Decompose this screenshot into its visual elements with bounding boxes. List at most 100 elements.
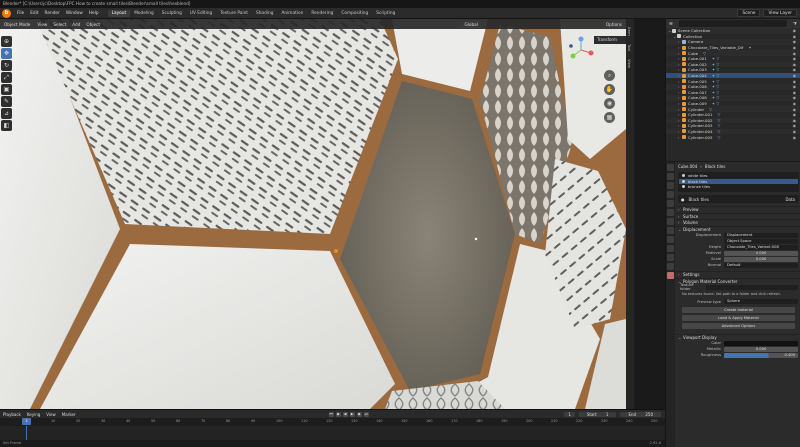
visibility-eye-icon[interactable]: ◉ — [793, 112, 796, 117]
particles-tab-icon[interactable] — [667, 236, 674, 243]
object-menu[interactable]: Object — [83, 22, 103, 27]
visibility-eye-icon[interactable]: ◉ — [793, 79, 796, 84]
scene-tab-icon[interactable] — [667, 200, 674, 207]
workspace-tab-sculpting[interactable]: Sculpting — [158, 10, 186, 17]
3d-viewport[interactable] — [0, 19, 626, 409]
marker-menu[interactable]: Marker — [59, 412, 79, 417]
outliner-row[interactable]: › Cylinder.005 ▽ ◉ — [666, 134, 800, 140]
play-reverse-icon[interactable]: ◀ — [342, 411, 348, 417]
visibility-eye-icon[interactable]: ◉ — [793, 73, 796, 78]
visibility-eye-icon[interactable]: ◉ — [793, 107, 796, 112]
tab-tool[interactable]: Tool — [627, 44, 632, 51]
filter-icon[interactable]: ⧩ — [793, 21, 797, 26]
visibility-eye-icon[interactable]: ◉ — [793, 34, 796, 39]
visibility-eye-icon[interactable]: ◉ — [793, 95, 796, 100]
render-tab-icon[interactable] — [667, 173, 674, 180]
outliner-search-input[interactable] — [678, 20, 788, 27]
visibility-eye-icon[interactable]: ◉ — [793, 28, 796, 33]
create-material-button[interactable]: Create material — [682, 306, 795, 313]
visibility-eye-icon[interactable]: ◉ — [793, 84, 796, 89]
menu-file[interactable]: File — [14, 11, 27, 16]
orientation-selector[interactable]: Global — [461, 20, 481, 28]
load-apply-material-button[interactable]: Load & Apply Material — [682, 314, 795, 321]
jump-start-icon[interactable]: ⏮ — [328, 411, 334, 417]
transform-icon[interactable]: ▣ — [1, 84, 12, 95]
tab-item[interactable]: Item — [627, 27, 632, 36]
visibility-eye-icon[interactable]: ◉ — [793, 45, 796, 50]
workspace-tab-texture-paint[interactable]: Texture Paint — [216, 10, 252, 17]
workspace-tab-uv-editing[interactable]: UV Editing — [186, 10, 216, 17]
visibility-eye-icon[interactable]: ◉ — [793, 135, 796, 140]
visibility-eye-icon[interactable]: ◉ — [793, 90, 796, 95]
workspace-tab-layout[interactable]: Layout — [107, 9, 131, 17]
view-layer-tab-icon[interactable] — [667, 191, 674, 198]
workspace-tab-shading[interactable]: Shading — [252, 10, 277, 17]
menu-render[interactable]: Render — [42, 11, 63, 16]
view-menu[interactable]: View — [43, 412, 59, 417]
visibility-eye-icon[interactable]: ◉ — [793, 101, 796, 106]
next-key-icon[interactable]: ◆ — [356, 411, 362, 417]
constraints-tab-icon[interactable] — [667, 254, 674, 261]
camera-view-icon[interactable]: ◉ — [604, 98, 615, 109]
n-panel-transform-tab[interactable]: Transform — [594, 36, 626, 44]
visibility-eye-icon[interactable]: ◉ — [793, 67, 796, 72]
current-frame-field[interactable]: 1 — [564, 411, 575, 417]
visibility-eye-icon[interactable]: ◉ — [793, 123, 796, 128]
physics-tab-icon[interactable] — [667, 245, 674, 252]
visibility-eye-icon[interactable]: ◉ — [793, 51, 796, 56]
material-datablock[interactable]: ● Black tiles Data — [678, 195, 799, 203]
outliner-display-icon[interactable]: ☰ — [669, 21, 673, 26]
move-icon[interactable]: ✥ — [1, 48, 12, 59]
playback-menu[interactable]: Playback — [0, 412, 24, 417]
measure-icon[interactable]: ⊿ — [1, 108, 12, 119]
annotate-icon[interactable]: ✎ — [1, 96, 12, 107]
visibility-eye-icon[interactable]: ◉ — [793, 62, 796, 67]
menu-window[interactable]: Window — [63, 11, 86, 16]
jump-end-icon[interactable]: ⏭ — [363, 411, 369, 417]
select-menu[interactable]: Select — [50, 22, 69, 27]
visibility-eye-icon[interactable]: ◉ — [793, 129, 796, 134]
visibility-eye-icon[interactable]: ◉ — [793, 56, 796, 61]
add-menu[interactable]: Add — [69, 22, 83, 27]
keying-menu[interactable]: Keying — [24, 412, 43, 417]
workspace-tab-scripting[interactable]: Scripting — [372, 10, 399, 17]
scale-icon[interactable]: ⤢ — [1, 72, 12, 83]
start-frame-field[interactable]: Start 1 — [578, 411, 617, 417]
world-tab-icon[interactable] — [667, 209, 674, 216]
menu-edit[interactable]: Edit — [27, 11, 41, 16]
tool-tab-icon[interactable] — [667, 164, 674, 171]
mode-selector[interactable]: Object Mode — [1, 20, 34, 28]
play-icon[interactable]: ▶ — [349, 411, 355, 417]
menu-help[interactable]: Help — [86, 11, 102, 16]
workspace-tab-animation[interactable]: Animation — [277, 10, 307, 17]
scene-selector[interactable]: Scene — [737, 9, 761, 17]
workspace-tab-rendering[interactable]: Rendering — [307, 10, 337, 17]
object-tab-icon[interactable] — [667, 218, 674, 225]
workspace-tab-compositing[interactable]: Compositing — [337, 10, 372, 17]
rotate-icon[interactable]: ↻ — [1, 60, 12, 71]
modifier-tab-icon[interactable] — [667, 227, 674, 234]
options-button[interactable]: Options — [602, 20, 625, 28]
add-cube-icon[interactable]: ◧ — [1, 120, 12, 131]
advanced-options-button[interactable]: Advanced Options — [682, 322, 795, 329]
material-tab-icon[interactable] — [667, 272, 674, 279]
blender-logo-icon[interactable]: b — [2, 8, 11, 18]
pan-hand-icon[interactable]: ✋ — [604, 84, 615, 95]
view-menu[interactable]: View — [34, 22, 50, 27]
navigation-gizmo[interactable] — [567, 36, 595, 64]
grid-view-icon[interactable]: ▦ — [604, 112, 615, 123]
prev-key-icon[interactable]: ◆ — [335, 411, 341, 417]
frame-ruler[interactable]: 1 0 10 20 30 40 50 60 70 80 90 100 110 120 130 140 150 1… — [0, 418, 665, 426]
data-tab-icon[interactable] — [667, 263, 674, 270]
output-tab-icon[interactable] — [667, 182, 674, 189]
cursor-icon[interactable]: ⊕ — [1, 36, 12, 47]
visibility-eye-icon[interactable]: ◉ — [793, 39, 796, 44]
end-frame-field[interactable]: End 250 — [620, 411, 661, 417]
view-layer-selector[interactable]: View Layer — [763, 9, 797, 17]
workspace-tab-modeling[interactable]: Modeling — [130, 10, 158, 17]
material-slot[interactable]: bronze tiles — [679, 184, 798, 190]
visibility-eye-icon[interactable]: ◉ — [793, 118, 796, 123]
tab-view[interactable]: View — [627, 59, 632, 68]
zoom-icon[interactable]: ⌕ — [604, 70, 615, 81]
material-slot-list[interactable]: white tiles black tiles bronze tiles — [678, 172, 799, 192]
